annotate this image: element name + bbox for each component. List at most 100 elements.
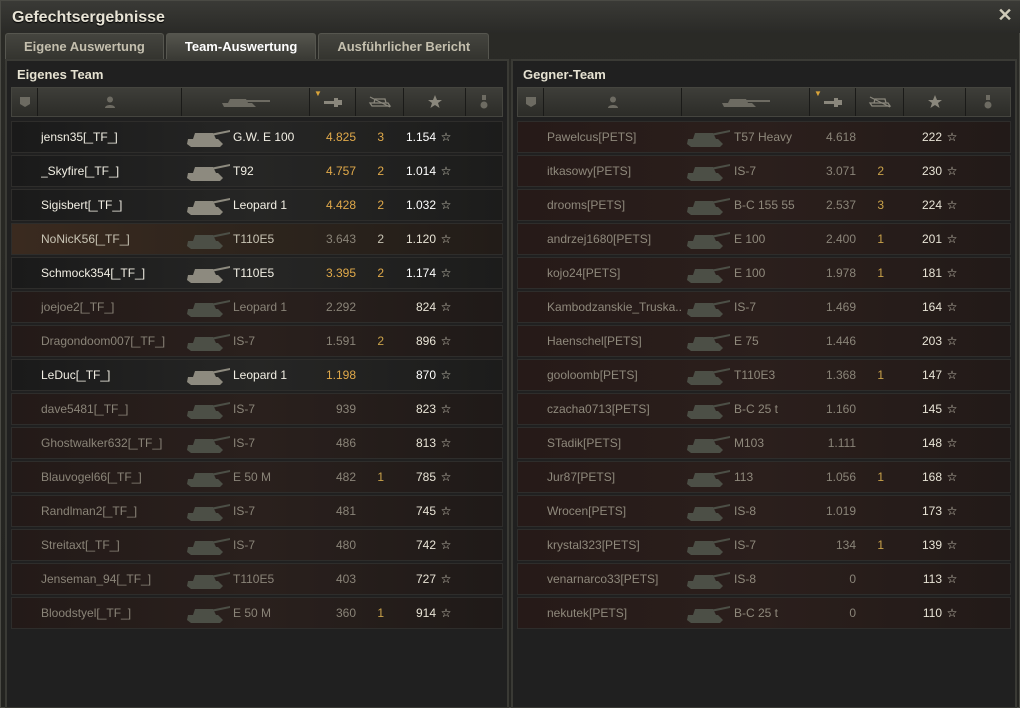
kills-column-icon[interactable] <box>856 88 904 116</box>
tank-image-icon <box>682 463 734 491</box>
table-row[interactable]: Jenseman_94[_TF_] T110E5 403 727 ☆ <box>11 563 503 595</box>
table-row[interactable]: Kambodzanskie_Truska.. IS-7 1.469 164 ☆ <box>517 291 1011 323</box>
tank-image-icon <box>182 531 234 559</box>
star-icon: ☆ <box>440 504 452 518</box>
table-row[interactable]: kojo24[PETS] E 100 1.978 1 181 ☆ <box>517 257 1011 289</box>
table-row[interactable]: Haenschel[PETS] E 75 1.446 203 ☆ <box>517 325 1011 357</box>
star-icon: ☆ <box>946 470 958 484</box>
squad-column-icon[interactable] <box>12 88 38 116</box>
star-icon: ☆ <box>440 572 452 586</box>
table-row[interactable]: Sigisbert[_TF_] Leopard 1 4.428 2 1.032 ☆ <box>11 189 503 221</box>
damage-value: 4.757 <box>325 164 356 178</box>
star-icon: ☆ <box>946 232 958 246</box>
player-column-icon[interactable] <box>38 88 182 116</box>
table-row[interactable]: joejoe2[_TF_] Leopard 1 2.292 824 ☆ <box>11 291 503 323</box>
table-row[interactable]: Dragondoom007[_TF_] IS-7 1.591 2 896 ☆ <box>11 325 503 357</box>
table-row[interactable]: Ghostwalker632[_TF_] IS-7 486 813 ☆ <box>11 427 503 459</box>
table-row[interactable]: dave5481[_TF_] IS-7 939 823 ☆ <box>11 393 503 425</box>
table-row[interactable]: krystal323[PETS] IS-7 134 1 139 ☆ <box>517 529 1011 561</box>
damage-column-icon[interactable]: ▼ <box>310 88 356 116</box>
enemy-team-title: Gegner-Team <box>523 67 606 82</box>
table-row[interactable]: Blauvogel66[_TF_] E 50 M 482 1 785 ☆ <box>11 461 503 493</box>
player-name: jensn35[_TF_] <box>41 130 118 144</box>
table-row[interactable]: andrzej1680[PETS] E 100 2.400 1 201 ☆ <box>517 223 1011 255</box>
kills-value <box>856 394 884 424</box>
tank-name: IS-7 <box>233 504 256 518</box>
kills-value: 1 <box>877 470 884 484</box>
table-row[interactable]: Streitaxt[_TF_] IS-7 480 742 ☆ <box>11 529 503 561</box>
table-row[interactable]: drooms[PETS] B-C 155 55 2.537 3 224 ☆ <box>517 189 1011 221</box>
tab-ausfuehrlicher-bericht[interactable]: Ausführlicher Bericht <box>318 33 490 59</box>
star-icon: ☆ <box>440 266 452 280</box>
tank-column-icon[interactable] <box>682 88 810 116</box>
tank-image-icon <box>682 191 734 219</box>
tab-eigene-auswertung[interactable]: Eigene Auswertung <box>5 33 164 59</box>
squad-column-icon[interactable] <box>518 88 544 116</box>
table-row[interactable]: Schmock354[_TF_] T110E5 3.395 2 1.174 ☆ <box>11 257 503 289</box>
xp-column-icon[interactable] <box>404 88 466 116</box>
tank-name: E 75 <box>734 334 759 348</box>
table-row[interactable]: STadik[PETS] M103 1.111 148 ☆ <box>517 427 1011 459</box>
xp-value: 203 <box>921 334 942 348</box>
player-name: _Skyfire[_TF_] <box>41 164 120 178</box>
xp-value: 823 <box>415 402 436 416</box>
tank-name: IS-7 <box>734 164 757 178</box>
table-row[interactable]: gooloomb[PETS] T110E3 1.368 1 147 ☆ <box>517 359 1011 391</box>
table-row[interactable]: Bloodstyel[_TF_] E 50 M 360 1 914 ☆ <box>11 597 503 629</box>
table-row[interactable]: LeDuc[_TF_] Leopard 1 1.198 870 ☆ <box>11 359 503 391</box>
tank-name: Leopard 1 <box>233 368 288 382</box>
xp-value: 147 <box>921 368 942 382</box>
player-column-icon[interactable] <box>544 88 682 116</box>
tank-image-icon <box>182 361 234 389</box>
xp-value: 145 <box>921 402 942 416</box>
table-row[interactable]: nekutek[PETS] B-C 25 t 0 110 ☆ <box>517 597 1011 629</box>
tab-team-auswertung[interactable]: Team-Auswertung <box>165 33 317 59</box>
star-icon: ☆ <box>440 606 452 620</box>
xp-value: 201 <box>921 232 942 246</box>
xp-value: 785 <box>415 470 436 484</box>
kills-value <box>856 496 884 526</box>
table-row[interactable]: Jur87[PETS] 113 1.056 1 168 ☆ <box>517 461 1011 493</box>
kills-value: 2 <box>377 334 384 348</box>
damage-column-icon[interactable]: ▼ <box>810 88 856 116</box>
xp-column-icon[interactable] <box>904 88 966 116</box>
damage-value: 1.368 <box>825 368 856 382</box>
tank-image-icon <box>182 497 234 525</box>
table-row[interactable]: _Skyfire[_TF_] T92 4.757 2 1.014 ☆ <box>11 155 503 187</box>
xp-value: 1.032 <box>405 198 436 212</box>
tank-name: IS-7 <box>233 334 256 348</box>
star-icon: ☆ <box>946 300 958 314</box>
kills-value <box>856 428 884 458</box>
xp-value: 222 <box>921 130 942 144</box>
tank-image-icon <box>182 191 234 219</box>
medal-column-icon[interactable] <box>466 88 502 116</box>
tank-name: T110E5 <box>233 266 275 280</box>
tank-column-icon[interactable] <box>182 88 310 116</box>
table-row[interactable]: Randlman2[_TF_] IS-7 481 745 ☆ <box>11 495 503 527</box>
player-name: Streitaxt[_TF_] <box>41 538 120 552</box>
damage-value: 3.643 <box>325 232 356 246</box>
table-row[interactable]: itkasowy[PETS] IS-7 3.071 2 230 ☆ <box>517 155 1011 187</box>
table-row[interactable]: venarnarco33[PETS] IS-8 0 113 ☆ <box>517 563 1011 595</box>
star-icon: ☆ <box>440 368 452 382</box>
tank-name: IS-7 <box>734 538 757 552</box>
damage-value: 3.071 <box>825 164 856 178</box>
kills-value: 1 <box>877 538 884 552</box>
table-row[interactable]: NoNicK56[_TF_] T110E5 3.643 2 1.120 ☆ <box>11 223 503 255</box>
kills-value: 2 <box>377 266 384 280</box>
close-icon[interactable]: ✕ <box>997 6 1013 24</box>
xp-value: 870 <box>415 368 436 382</box>
kills-value: 1 <box>877 368 884 382</box>
table-row[interactable]: jensn35[_TF_] G.W. E 100 4.825 3 1.154 ☆ <box>11 121 503 153</box>
tank-image-icon <box>182 123 234 151</box>
tank-image-icon <box>182 395 234 423</box>
kills-column-icon[interactable] <box>356 88 404 116</box>
damage-value: 1.446 <box>825 334 856 348</box>
player-name: Blauvogel66[_TF_] <box>41 470 142 484</box>
medal-column-icon[interactable] <box>966 88 1010 116</box>
table-row[interactable]: czacha0713[PETS] B-C 25 t 1.160 145 ☆ <box>517 393 1011 425</box>
tank-name: M103 <box>734 436 765 450</box>
player-name: LeDuc[_TF_] <box>41 368 111 382</box>
table-row[interactable]: Pawelcus[PETS] T57 Heavy 4.618 222 ☆ <box>517 121 1011 153</box>
table-row[interactable]: Wrocen[PETS] IS-8 1.019 173 ☆ <box>517 495 1011 527</box>
